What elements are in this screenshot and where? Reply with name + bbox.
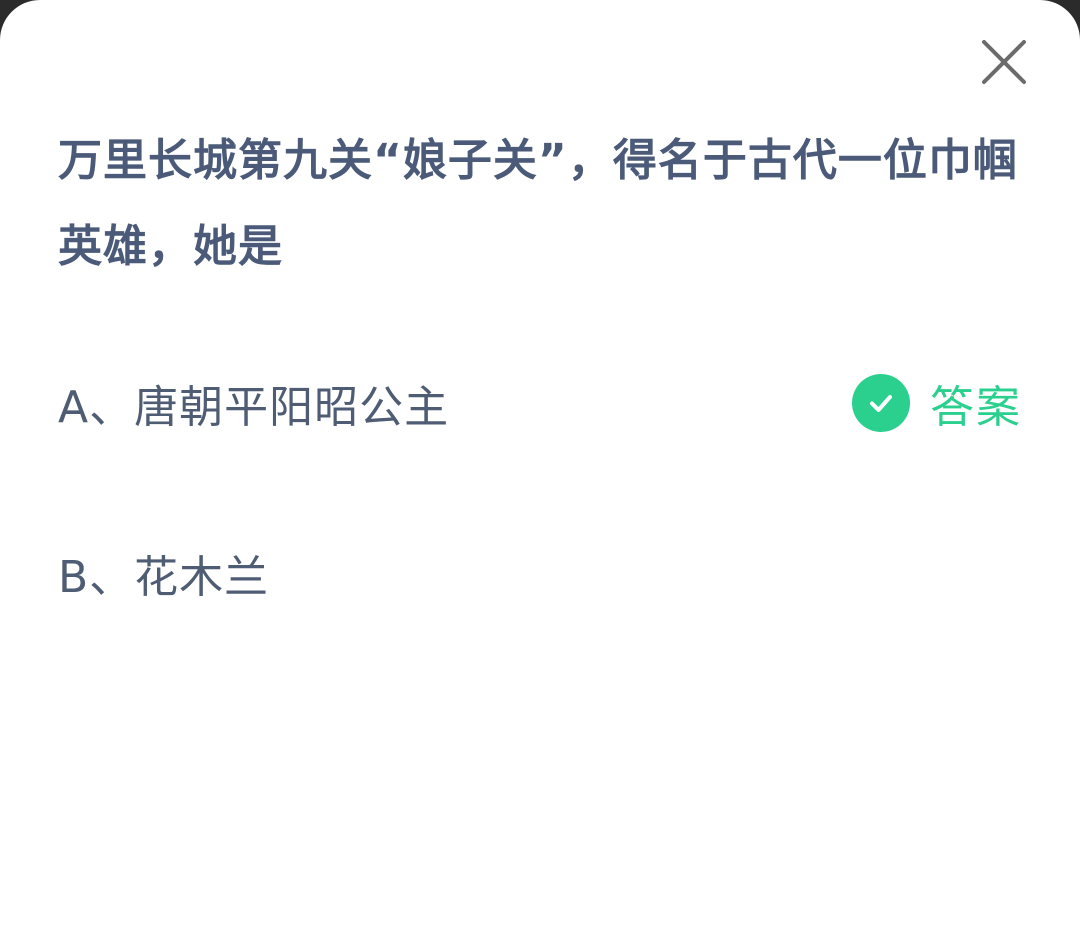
quiz-popup-sheet: 万里长城第九关“娘子关”，得名于古代一位巾帼英雄，她是 A、唐朝平阳昭公主 答案… [0,0,1080,929]
close-button[interactable] [976,34,1032,90]
option-b[interactable]: B、花木兰 [58,533,1022,613]
answer-label: 答案 [930,382,1022,433]
option-a[interactable]: A、唐朝平阳昭公主 答案 [58,363,1022,443]
answer-tag: 答案 [852,371,1022,435]
question-text: 万里长城第九关“娘子关”，得名于古代一位巾帼英雄，她是 [58,135,1018,272]
option-a-label: A、唐朝平阳昭公主 [58,382,450,433]
option-b-label: B、花木兰 [58,552,270,603]
close-icon [982,40,1026,84]
check-circle-icon [852,374,910,432]
